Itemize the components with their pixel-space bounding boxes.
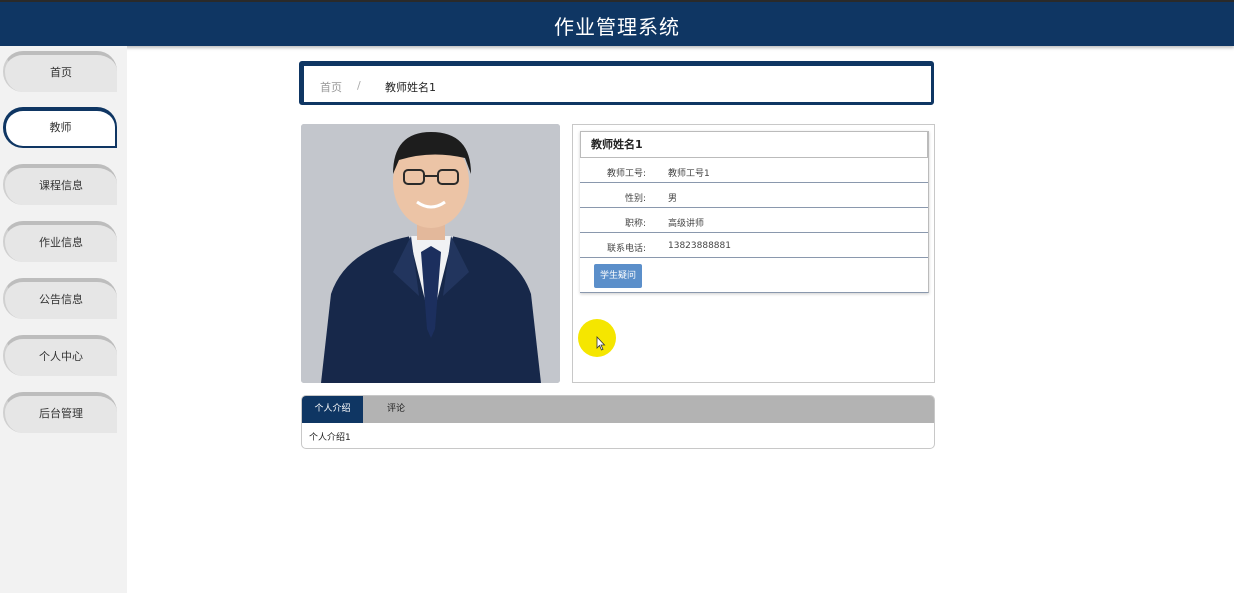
teacher-info-card: 教师姓名1 教师工号: 教师工号1 性别: 男 职称: 高级讲师 联系电话: 1… bbox=[580, 131, 929, 293]
info-row-phone: 联系电话: 13823888881 bbox=[580, 233, 928, 258]
info-label: 教师工号: bbox=[606, 169, 646, 179]
info-row-teacher-id: 教师工号: 教师工号1 bbox=[580, 158, 928, 183]
sidebar: 首页 教师 课程信息 作业信息 公告信息 个人中心 后台管理 bbox=[0, 46, 127, 593]
info-label: 性别: bbox=[624, 194, 646, 204]
info-value: 高级讲师 bbox=[668, 219, 705, 229]
sidebar-item-homework-info[interactable]: 作业信息 bbox=[3, 221, 117, 262]
info-row-gender: 性别: 男 bbox=[580, 183, 928, 208]
teacher-portrait-image bbox=[301, 124, 560, 383]
tab-content: 个人介绍1 bbox=[309, 433, 351, 443]
info-label: 联系电话: bbox=[606, 244, 646, 254]
mouse-pointer-icon bbox=[596, 335, 606, 351]
sidebar-item-teacher[interactable]: 教师 bbox=[3, 107, 117, 148]
app-header: 作业管理系统 bbox=[0, 0, 1234, 46]
student-question-button[interactable]: 学生疑问 bbox=[594, 264, 642, 288]
sidebar-item-course-info[interactable]: 课程信息 bbox=[3, 164, 117, 205]
info-value: 男 bbox=[668, 194, 678, 204]
sidebar-item-admin[interactable]: 后台管理 bbox=[3, 392, 117, 433]
tab-bar: 个人介绍 评论 bbox=[302, 396, 934, 423]
sidebar-item-home[interactable]: 首页 bbox=[3, 51, 117, 92]
tab-comments[interactable]: 评论 bbox=[376, 396, 416, 423]
sidebar-item-personal-center[interactable]: 个人中心 bbox=[3, 335, 117, 376]
tab-personal-intro[interactable]: 个人介绍 bbox=[302, 396, 363, 423]
info-label: 职称: bbox=[624, 219, 646, 229]
breadcrumb-current: 教师姓名1 bbox=[385, 81, 436, 94]
teacher-photo bbox=[301, 124, 560, 383]
info-value: 13823888881 bbox=[668, 241, 731, 251]
breadcrumb-home-link[interactable]: 首页 bbox=[320, 79, 342, 95]
sidebar-item-notice-info[interactable]: 公告信息 bbox=[3, 278, 117, 319]
breadcrumb-separator: / bbox=[357, 79, 361, 92]
detail-tabs: 个人介绍 评论 个人介绍1 bbox=[301, 395, 935, 449]
teacher-info-panel: 教师姓名1 教师工号: 教师工号1 性别: 男 职称: 高级讲师 联系电话: 1… bbox=[572, 124, 935, 383]
info-row-title: 职称: 高级讲师 bbox=[580, 208, 928, 233]
breadcrumb: 首页 / 教师姓名1 bbox=[299, 61, 934, 105]
app-title: 作业管理系统 bbox=[554, 15, 680, 39]
info-value: 教师工号1 bbox=[668, 169, 710, 179]
cursor-highlight bbox=[578, 319, 616, 357]
teacher-name: 教师姓名1 bbox=[580, 131, 928, 158]
